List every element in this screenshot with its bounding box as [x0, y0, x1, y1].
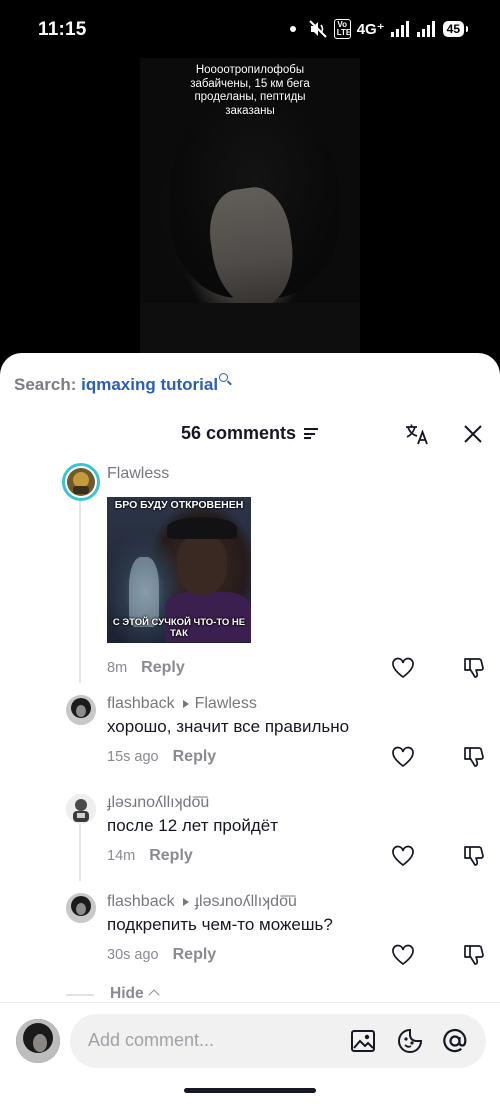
network-type: 4G⁺	[356, 21, 385, 38]
avatar[interactable]	[66, 695, 96, 725]
magnifier-icon	[219, 373, 229, 382]
thumbs-down-icon[interactable]	[462, 845, 486, 867]
author-name[interactable]: ɟlǝsɹnoʎllıʞdo͞u	[107, 794, 209, 812]
comment-meta: 30s ago Reply	[107, 946, 216, 964]
comment-text: хорошо, значит все правильно	[107, 717, 350, 736]
comment-meta: 8m Reply	[107, 659, 185, 677]
avatar-image	[16, 1019, 60, 1063]
signal-icon-2	[416, 21, 435, 37]
comment-meta: 15s ago Reply	[107, 748, 216, 766]
reply-button[interactable]: Reply	[173, 748, 217, 765]
comment-author[interactable]: Flawless	[107, 465, 169, 483]
filter-icon[interactable]	[304, 428, 318, 439]
comment-author[interactable]: ɟlǝsɹnoʎllıʞdo͞u	[107, 794, 209, 812]
notification-dot-icon	[289, 26, 296, 32]
comment-text: после 12 лет пройдёт	[107, 816, 278, 835]
comment-time: 14m	[107, 848, 136, 864]
signal-icon	[390, 21, 409, 37]
emoji-icon[interactable]	[397, 1028, 423, 1054]
heart-icon[interactable]	[391, 657, 415, 679]
reply-to-name[interactable]: ɟlǝsɹnoʎllıʞdo͞u	[195, 893, 297, 911]
author-name[interactable]: flashback	[107, 893, 175, 911]
author-name[interactable]: Flawless	[107, 465, 169, 483]
at-icon[interactable]	[442, 1028, 468, 1054]
chevron-up-icon	[148, 989, 160, 1001]
avatar[interactable]	[66, 893, 96, 923]
hide-label[interactable]: Hide	[110, 985, 144, 1003]
thumbs-down-icon[interactable]	[462, 746, 486, 768]
meme-face	[177, 535, 227, 595]
reply-button[interactable]: Reply	[141, 659, 185, 676]
meme-hat	[167, 517, 237, 539]
comment-image[interactable]: БРО БУДУ ОТКРОВЕНЕН С ЭТОЙ СУЧКОЙ ЧТО-ТО…	[107, 497, 251, 643]
comment-meta: 14m Reply	[107, 847, 193, 865]
avatar[interactable]	[66, 794, 96, 824]
volte-icon: Vo LTE	[333, 19, 351, 39]
comments-count-title: 56 comments	[181, 423, 297, 443]
battery-icon: 45	[442, 21, 469, 37]
avatar-image	[66, 893, 96, 923]
close-icon[interactable]	[463, 424, 483, 444]
comment-author-row: flashback ɟlǝsɹnoʎllıʞdo͞u	[107, 893, 297, 911]
comment-time: 30s ago	[107, 947, 159, 963]
comment-composer	[70, 1014, 486, 1068]
comment-text: подкрепить чем-то можешь?	[107, 915, 333, 934]
comment-item: flashback ɟlǝsɹnoʎllıʞdo͞u подкрепить чем…	[0, 891, 500, 971]
reply-button[interactable]: Reply	[173, 946, 217, 963]
search-prefix: Search:	[14, 375, 77, 394]
reply-to-name[interactable]: Flawless	[195, 695, 257, 713]
home-indicator[interactable]	[184, 1088, 316, 1093]
search-suggestion[interactable]: Search: iqmaxing tutorial	[14, 373, 229, 395]
video-player[interactable]: Ноооотропилофобы забайчены, 15 км бега п…	[140, 58, 360, 358]
comment-time: 15s ago	[107, 749, 159, 765]
composer-divider	[0, 1002, 500, 1003]
reply-arrow-icon	[182, 898, 189, 906]
heart-icon[interactable]	[391, 944, 415, 966]
heart-icon[interactable]	[391, 746, 415, 768]
image-icon[interactable]	[350, 1028, 376, 1054]
comment-item: ɟlǝsɹnoʎllıʞdo͞u после 12 лет пройдёт 14…	[0, 792, 500, 872]
avatar[interactable]	[62, 463, 100, 501]
avatar-image	[67, 468, 95, 496]
status-icons: Vo LTE 4G⁺ 45	[289, 18, 469, 40]
video-frame-shirt	[140, 303, 360, 358]
reply-arrow-icon	[182, 700, 189, 708]
comments-header: 56 comments	[0, 423, 500, 447]
meme-top-text: БРО БУДУ ОТКРОВЕНЕН	[114, 499, 244, 511]
heart-icon[interactable]	[391, 845, 415, 867]
thumbs-down-icon[interactable]	[462, 657, 486, 679]
meme-bottom-text: С ЭТОЙ СУЧКОЙ ЧТО-ТО НЕ ТАК	[112, 617, 246, 639]
status-time: 11:15	[38, 19, 87, 40]
video-caption: Ноооотропилофобы забайчены, 15 км бега п…	[190, 64, 310, 117]
reply-button[interactable]: Reply	[149, 847, 193, 864]
mute-vibrate-icon	[308, 20, 327, 38]
comment-input[interactable]	[88, 1030, 328, 1051]
user-avatar[interactable]	[16, 1019, 60, 1063]
thumbs-down-icon[interactable]	[462, 944, 486, 966]
search-term-link[interactable]: iqmaxing tutorial	[81, 375, 218, 394]
avatar-image	[66, 794, 96, 824]
avatar-image	[66, 695, 96, 725]
comments-sheet: Search: iqmaxing tutorial 56 comments Fl…	[0, 353, 500, 1108]
comment-time: 8m	[107, 660, 128, 676]
comment-item: Flawless БРО БУДУ ОТКРОВЕНЕН С ЭТОЙ СУЧК…	[0, 463, 500, 679]
translate-icon[interactable]	[405, 423, 429, 445]
author-name[interactable]: flashback	[107, 695, 175, 713]
comment-author-row: flashback Flawless	[107, 695, 257, 713]
hide-divider	[66, 994, 94, 996]
status-bar: 11:15 Vo LTE 4G⁺ 45	[0, 0, 500, 58]
comment-item: flashback Flawless хорошо, значит все пра…	[0, 693, 500, 773]
